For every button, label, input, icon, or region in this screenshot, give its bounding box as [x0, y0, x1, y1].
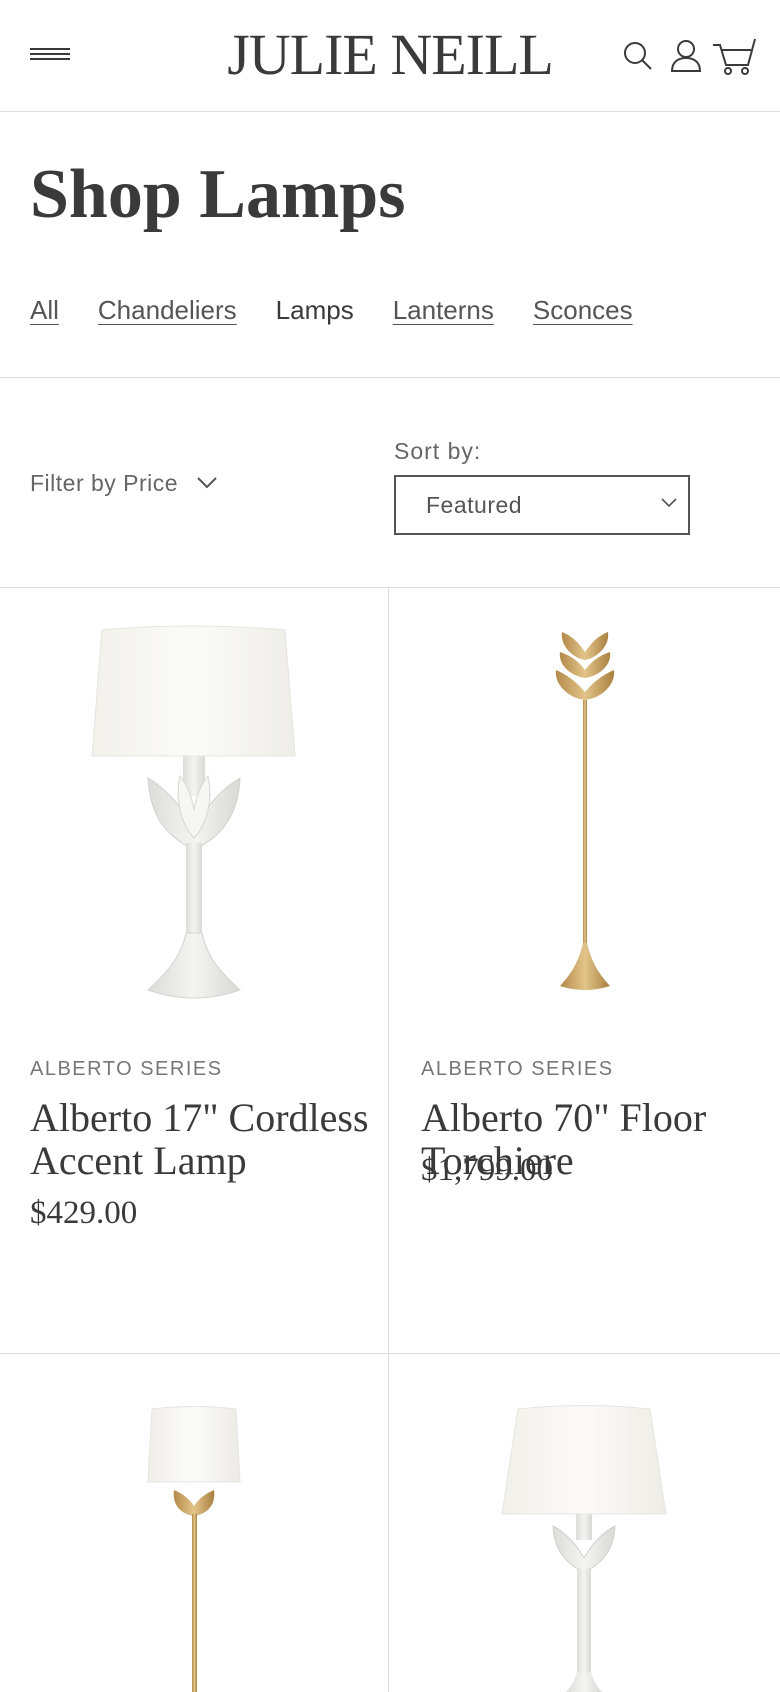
product-series: ALBERTO SERIES [421, 1058, 614, 1080]
product-image[interactable] [0, 1354, 389, 1692]
product-name[interactable]: Alberto 17" Cordless Accent Lamp [30, 1096, 370, 1182]
product-card[interactable]: ALBERTO SERIES Alberto 70" Floor Torchie… [390, 588, 779, 1353]
product-image[interactable] [390, 588, 779, 1008]
category-link-chandeliers[interactable]: Chandeliers [98, 290, 237, 330]
account-icon[interactable] [664, 34, 708, 78]
logo[interactable]: JULIE NEILL [224, 20, 556, 90]
sort-selected-value: Featured [426, 491, 523, 518]
category-link-lamps[interactable]: Lamps [276, 290, 354, 330]
product-card[interactable]: ALBERTO SERIES Alberto 17" Cordless Acce… [0, 588, 389, 1353]
search-icon[interactable] [618, 34, 658, 78]
category-link-sconces[interactable]: Sconces [533, 290, 633, 330]
divider [0, 377, 780, 378]
menu-icon[interactable] [30, 44, 70, 66]
chevron-down-icon [661, 498, 677, 508]
category-link-all[interactable]: All [30, 290, 59, 330]
cart-icon[interactable] [708, 34, 760, 78]
product-card[interactable] [390, 1354, 779, 1692]
product-price: $1,799.00 [421, 1152, 553, 1188]
product-series: ALBERTO SERIES [30, 1058, 223, 1080]
product-price: $429.00 [30, 1195, 138, 1231]
sort-label: Sort by: [394, 438, 482, 464]
category-nav: All Chandeliers Lamps Lanterns Sconces [30, 290, 633, 330]
product-image[interactable] [0, 588, 389, 1008]
product-image[interactable] [390, 1354, 779, 1692]
chevron-down-icon [197, 477, 217, 489]
category-link-lanterns[interactable]: Lanterns [393, 290, 494, 330]
sort-select[interactable]: Featured [394, 475, 690, 535]
page-title: Shop Lamps [30, 156, 406, 233]
product-card[interactable] [0, 1354, 389, 1692]
filter-label: Filter by Price [30, 469, 179, 496]
price-filter[interactable]: Filter by Price [30, 466, 218, 500]
site-header: JULIE NEILL [0, 0, 780, 112]
